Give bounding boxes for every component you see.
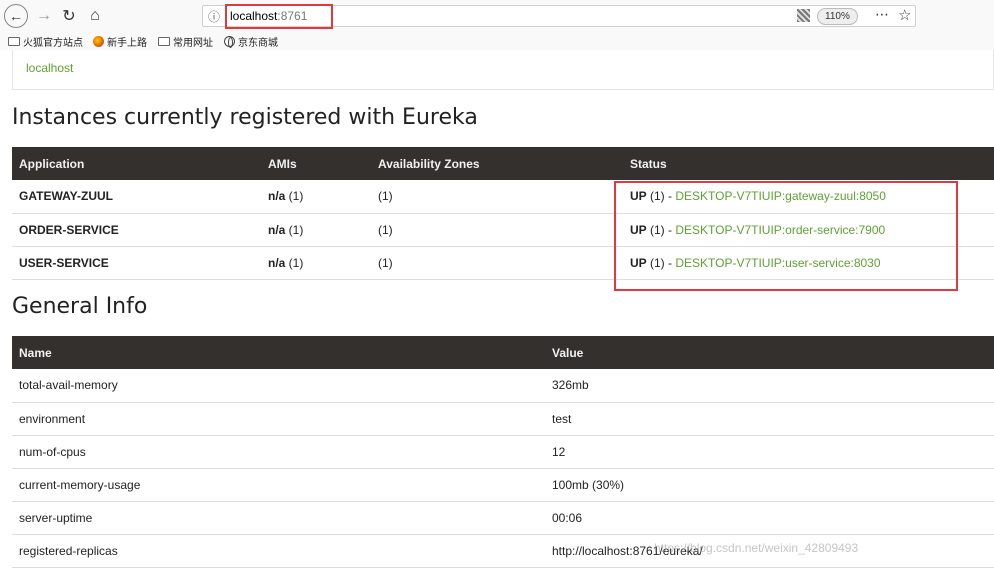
folder-icon	[158, 37, 170, 46]
status-cell: UP (1) - DESKTOP-V7TIUIP:user-service:80…	[623, 246, 994, 280]
table-header-row: Application AMIs Availability Zones Stat…	[12, 147, 994, 180]
globe-icon	[224, 36, 235, 48]
column-header-value: Value	[545, 336, 994, 369]
bookmarks-bar: 火狐官方站点 新手上路 常用网址 京东商城	[0, 32, 994, 50]
status-up: UP	[630, 189, 647, 204]
status-count: (1) -	[646, 255, 676, 270]
info-icon[interactable]: ⓘ	[208, 8, 220, 25]
info-name: num-of-cpus	[12, 435, 545, 469]
info-value: 00:06	[545, 501, 994, 535]
status-cell: UP (1) - DESKTOP-V7TIUIP:gateway-zuul:80…	[623, 180, 994, 214]
info-name: server-uptime	[12, 501, 545, 535]
ami-cell: n/a (1)	[261, 213, 371, 247]
status-count: (1) -	[646, 189, 676, 204]
instance-link[interactable]: DESKTOP-V7TIUIP:order-service:7900	[675, 223, 885, 237]
general-info-table: Name Value total-avail-memory 326mb envir…	[12, 336, 994, 568]
zones-cell: (1)	[371, 213, 623, 247]
instance-link[interactable]: DESKTOP-V7TIUIP:user-service:8030	[675, 256, 880, 270]
bookmark-label: 火狐官方站点	[23, 38, 83, 49]
column-header-status: Status	[623, 147, 994, 180]
zones-cell: (1)	[371, 180, 623, 214]
back-arrow-icon[interactable]: ←	[4, 4, 28, 28]
bookmark-label: 京东商城	[238, 38, 278, 49]
firefox-icon	[93, 36, 104, 47]
ami-value: n/a	[268, 255, 286, 270]
info-name: total-avail-memory	[12, 369, 545, 403]
status-cell: UP (1) - DESKTOP-V7TIUIP:order-service:7…	[623, 213, 994, 247]
ami-count: (1)	[285, 189, 304, 204]
watermark-text: https://blog.csdn.net/weixin_42809493	[654, 541, 859, 555]
ami-cell: n/a (1)	[261, 246, 371, 280]
column-header-amis: AMIs	[261, 147, 371, 180]
ami-cell: n/a (1)	[261, 180, 371, 214]
bookmark-item[interactable]: 京东商城	[224, 34, 278, 49]
bookmark-item[interactable]: 火狐官方站点	[8, 34, 83, 49]
bookmark-label: 新手上路	[107, 38, 147, 49]
home-icon[interactable]: ⌂	[83, 4, 107, 28]
info-name: environment	[12, 402, 545, 436]
more-icon[interactable]: ⋯	[875, 6, 890, 23]
column-header-name: Name	[12, 336, 545, 369]
table-row: USER-SERVICE n/a (1) (1) UP (1) - DESKTO…	[12, 246, 994, 280]
table-row: server-uptime 00:06	[12, 501, 994, 535]
info-value: test	[545, 402, 994, 436]
table-row: current-memory-usage 100mb (30%)	[12, 468, 994, 502]
table-row: environment test	[12, 402, 994, 436]
instance-link[interactable]: DESKTOP-V7TIUIP:gateway-zuul:8050	[675, 189, 886, 203]
bookmark-item[interactable]: 常用网址	[158, 34, 213, 49]
reload-icon[interactable]: ↻	[57, 4, 81, 28]
ami-value: n/a	[268, 222, 286, 237]
host-bar: localhost	[12, 50, 994, 90]
app-name: ORDER-SERVICE	[12, 213, 261, 247]
info-value: 100mb (30%)	[545, 468, 994, 502]
table-row: ORDER-SERVICE n/a (1) (1) UP (1) - DESKT…	[12, 213, 994, 247]
table-row: GATEWAY-ZUUL n/a (1) (1) UP (1) - DESKTO…	[12, 180, 994, 214]
qr-code-icon[interactable]	[797, 9, 810, 22]
info-name: registered-replicas	[12, 534, 545, 568]
ami-count: (1)	[285, 255, 304, 270]
instances-heading: Instances currently registered with Eure…	[12, 105, 478, 130]
url-bar[interactable]: ⓘ localhost:8761 110% ⋯ ☆	[202, 4, 916, 29]
status-up: UP	[630, 222, 647, 237]
hostname-link[interactable]: localhost	[26, 61, 73, 75]
browser-toolbar: ← → ↻ ⌂ ⓘ localhost:8761 110% ⋯ ☆	[0, 0, 994, 32]
app-name: USER-SERVICE	[12, 246, 261, 280]
ami-value: n/a	[268, 189, 286, 204]
info-value: 326mb	[545, 369, 994, 403]
table-header-row: Name Value	[12, 336, 994, 369]
instances-table: Application AMIs Availability Zones Stat…	[12, 147, 994, 280]
table-row: num-of-cpus 12	[12, 435, 994, 469]
app-name: GATEWAY-ZUUL	[12, 180, 261, 214]
ami-count: (1)	[285, 222, 304, 237]
forward-arrow-icon[interactable]: →	[32, 4, 56, 28]
bookmark-item[interactable]: 新手上路	[93, 34, 147, 49]
url-highlight-box	[225, 4, 333, 29]
bookmark-star-icon[interactable]: ☆	[898, 6, 911, 24]
status-count: (1) -	[646, 222, 676, 237]
table-row: total-avail-memory 326mb	[12, 369, 994, 403]
info-value: 12	[545, 435, 994, 469]
general-info-heading: General Info	[12, 294, 148, 319]
info-name: current-memory-usage	[12, 468, 545, 502]
zones-cell: (1)	[371, 246, 623, 280]
folder-icon	[8, 37, 20, 46]
status-up: UP	[630, 255, 647, 270]
column-header-application: Application	[12, 147, 261, 180]
bookmark-label: 常用网址	[173, 38, 213, 49]
zoom-indicator[interactable]: 110%	[817, 8, 858, 25]
column-header-availability-zones: Availability Zones	[371, 147, 623, 180]
